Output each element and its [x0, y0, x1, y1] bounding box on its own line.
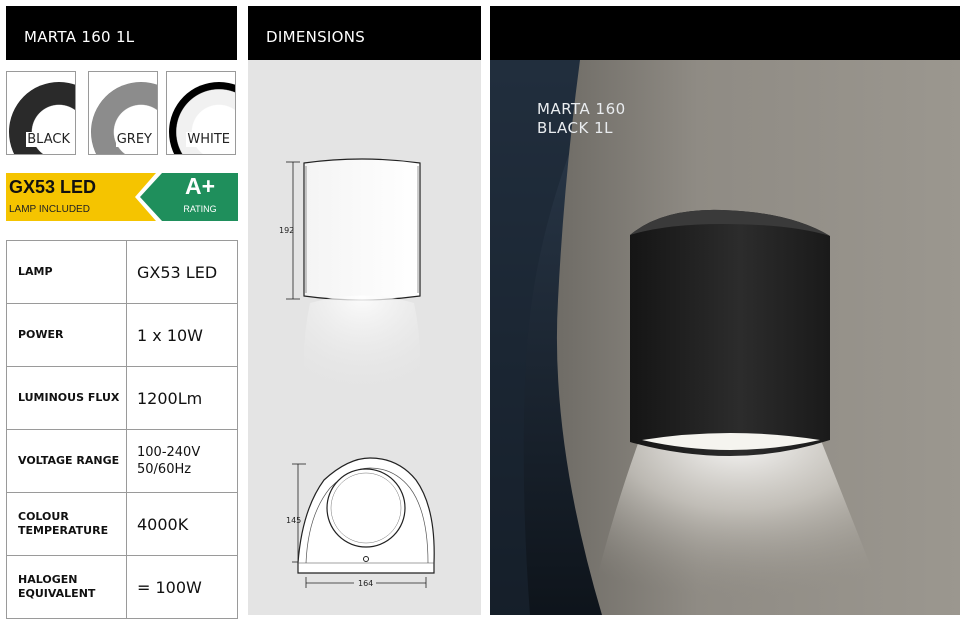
product-photo: MARTA 160 BLACK 1L [490, 60, 960, 615]
wall-light-scene [490, 60, 960, 615]
spec-key: LAMP [6, 240, 127, 304]
spec-table: LAMP GX53 LED POWER 1 x 10W LUMINOUS FLU… [6, 240, 238, 619]
spec-row-voltage: VOLTAGE RANGE 100-240V 50/60Hz [6, 429, 238, 493]
dimensions-panel: 192 145 164 [248, 60, 481, 615]
lamp-body [630, 209, 830, 456]
photo-caption: MARTA 160 BLACK 1L [537, 100, 626, 138]
finish-swatch-black: BLACK [6, 71, 76, 155]
product-title: MARTA 160 1L [24, 28, 135, 46]
depth-dimension-label: 145 [286, 516, 301, 525]
energy-rating-badge: A+ RATING [140, 171, 238, 223]
photo-header [490, 6, 960, 60]
spec-key: POWER [6, 303, 127, 367]
rating-badge-subtitle: RATING [183, 204, 217, 214]
spec-key: LUMINOUS FLUX [6, 366, 127, 430]
finish-swatch-grey: GREY [88, 71, 158, 155]
finish-label-grey: GREY [115, 132, 153, 147]
lamp-included-badge: GX53 LED LAMP INCLUDED [6, 171, 161, 223]
spec-value: 100-240V 50/60Hz [126, 429, 238, 493]
spec-row-halogen-equivalent: HALOGEN EQUIVALENT = 100W [6, 555, 238, 619]
spec-key: VOLTAGE RANGE [6, 429, 127, 493]
height-dimension-label: 192 [279, 226, 294, 235]
spec-key: COLOUR TEMPERATURE [6, 492, 127, 556]
spec-value: 1200Lm [126, 366, 238, 430]
photo-caption-model: MARTA 160 [537, 100, 626, 118]
spec-row-power: POWER 1 x 10W [6, 303, 238, 367]
spec-value: GX53 LED [126, 240, 238, 304]
front-view: 192 [279, 158, 421, 400]
spec-row-lamp: LAMP GX53 LED [6, 240, 238, 304]
lamp-badge-subtitle: LAMP INCLUDED [9, 204, 90, 215]
spec-value: 1 x 10W [126, 303, 238, 367]
spec-key: HALOGEN EQUIVALENT [6, 555, 127, 619]
finish-label-black: BLACK [26, 132, 71, 147]
dimension-drawing: 192 145 164 [279, 158, 435, 588]
dimensions-header: DIMENSIONS [248, 6, 481, 60]
spec-row-colour-temperature: COLOUR TEMPERATURE 4000K [6, 492, 238, 556]
product-title-bar: MARTA 160 1L [6, 6, 237, 60]
spec-value: 4000K [126, 492, 238, 556]
spec-row-luminous-flux: LUMINOUS FLUX 1200Lm [6, 366, 238, 430]
finish-swatch-white: WHITE [166, 71, 236, 155]
spec-value: = 100W [126, 555, 238, 619]
rating-badge-title: A+ [184, 173, 216, 199]
photo-caption-finish: BLACK 1L [537, 119, 613, 137]
finish-label-white: WHITE [186, 132, 231, 147]
side-view: 145 164 [286, 457, 435, 588]
width-dimension-label: 164 [358, 579, 373, 588]
dimensions-title: DIMENSIONS [266, 28, 366, 46]
lamp-badge-title: GX53 LED [9, 177, 97, 197]
